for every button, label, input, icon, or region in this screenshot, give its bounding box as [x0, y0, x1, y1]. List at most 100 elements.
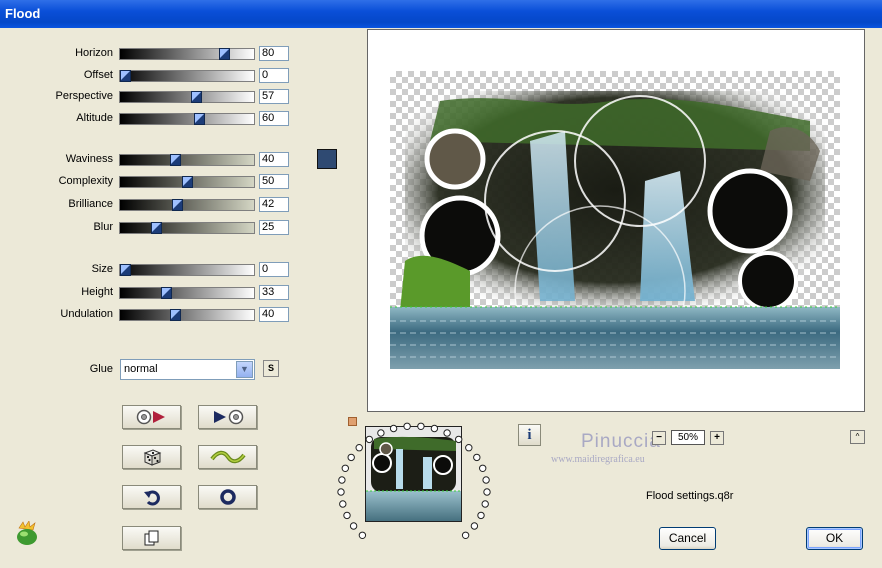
glue-select-value: normal	[124, 363, 158, 375]
dice-icon	[143, 449, 161, 466]
altitude-label: Altitude	[76, 112, 113, 124]
altitude-slider-thumb[interactable]	[194, 113, 205, 125]
arrow-film-reel-icon	[213, 409, 243, 425]
wave-button[interactable]	[198, 445, 257, 469]
navigator-dot	[339, 500, 347, 508]
chevron-down-icon[interactable]: ▼	[236, 361, 253, 378]
navigator-dot	[477, 511, 485, 520]
cancel-button[interactable]: Cancel	[659, 527, 716, 550]
zoom-out-button[interactable]: −	[652, 431, 666, 445]
navigator-dot	[417, 422, 425, 431]
navigator-dot	[338, 476, 346, 484]
undulation-label: Undulation	[60, 308, 113, 320]
horizon-slider-thumb[interactable]	[219, 48, 230, 60]
navigator-dot	[358, 531, 367, 540]
flaming-pear-logo-icon	[17, 521, 37, 545]
height-slider[interactable]	[119, 287, 255, 299]
altitude-value-field[interactable]: 60	[259, 111, 289, 126]
height-slider-thumb[interactable]	[161, 287, 172, 299]
waviness-slider-thumb[interactable]	[170, 154, 181, 166]
size-value-field[interactable]: 0	[259, 262, 289, 277]
navigator-dot	[347, 453, 355, 462]
play-reel-right-button[interactable]	[198, 405, 257, 429]
brilliance-slider-thumb[interactable]	[172, 199, 183, 211]
zoom-in-button[interactable]: +	[710, 431, 724, 445]
size-label: Size	[91, 263, 113, 275]
perspective-slider[interactable]	[119, 91, 255, 103]
waviness-slider[interactable]	[119, 154, 255, 166]
complexity-label: Complexity	[58, 175, 113, 187]
brilliance-value-field[interactable]: 42	[259, 197, 289, 212]
altitude-slider[interactable]	[119, 113, 255, 125]
offset-label: Offset	[83, 69, 113, 81]
perspective-slider-thumb[interactable]	[191, 91, 202, 103]
reset-button[interactable]	[198, 485, 257, 509]
reel-play-left-button[interactable]	[122, 405, 181, 429]
undulation-slider-thumb[interactable]	[170, 309, 181, 321]
perspective-label: Perspective	[55, 90, 113, 102]
size-slider[interactable]	[119, 264, 255, 276]
navigator-dot	[479, 464, 487, 472]
wave-icon	[209, 450, 246, 464]
offset-slider[interactable]	[119, 70, 255, 82]
navigator-dot	[482, 476, 490, 484]
navigator-dot	[461, 531, 470, 540]
navigator-dot	[349, 522, 358, 530]
navigator-dot	[341, 464, 350, 472]
title-bar[interactable]: Flood	[0, 0, 882, 28]
complexity-slider[interactable]	[119, 176, 255, 188]
perspective-value-field[interactable]: 57	[259, 89, 289, 104]
complexity-slider-thumb[interactable]	[182, 176, 193, 188]
navigator-dot	[470, 522, 479, 530]
navigator-dot	[377, 429, 385, 437]
undo-button[interactable]	[122, 485, 181, 509]
complexity-value-field[interactable]: 50	[259, 174, 289, 189]
navigator-dot-ring	[337, 422, 491, 540]
navigator-dot	[355, 444, 363, 452]
horizon-slider[interactable]	[119, 48, 255, 60]
ring-icon	[219, 489, 236, 505]
brilliance-slider[interactable]	[119, 199, 255, 211]
offset-value-field[interactable]: 0	[259, 68, 289, 83]
navigator-dot	[473, 453, 481, 462]
glue-label: Glue	[89, 363, 113, 375]
randomize-button[interactable]	[122, 445, 181, 469]
glue-s-button[interactable]: S	[263, 360, 279, 377]
copy-button[interactable]	[122, 526, 181, 550]
info-button[interactable]: i	[518, 424, 541, 446]
undo-arrow-icon	[143, 490, 160, 506]
window-title: Flood	[5, 6, 41, 21]
offset-slider-thumb[interactable]	[120, 70, 131, 82]
undulation-value-field[interactable]: 40	[259, 307, 289, 322]
copy-icon	[144, 530, 158, 546]
blur-value-field[interactable]: 25	[259, 220, 289, 235]
navigator-dot	[465, 444, 473, 452]
blur-slider[interactable]	[119, 222, 255, 234]
horizon-value-field[interactable]: 80	[259, 46, 289, 61]
blur-slider-thumb[interactable]	[151, 222, 162, 234]
height-value-field[interactable]: 33	[259, 285, 289, 300]
navigator-dot	[430, 424, 439, 433]
color-swatch[interactable]	[317, 149, 337, 169]
preview-image	[390, 71, 840, 369]
blur-label: Blur	[93, 221, 113, 233]
watermark-title: Pinuccia	[581, 431, 661, 452]
undulation-slider[interactable]	[119, 309, 255, 321]
ok-button[interactable]: OK	[806, 527, 863, 550]
navigator-dot	[481, 500, 489, 508]
brilliance-label: Brilliance	[68, 198, 113, 210]
horizon-label: Horizon	[75, 47, 113, 59]
navigator-dot	[343, 511, 351, 520]
collapse-button[interactable]: ^	[850, 430, 865, 444]
settings-filename: Flood settings.q8r	[646, 490, 734, 502]
navigator-dot	[337, 488, 345, 496]
waviness-value-field[interactable]: 40	[259, 152, 289, 167]
glue-select[interactable]: normal ▼	[120, 359, 255, 380]
navigator-dot	[403, 422, 411, 431]
size-slider-thumb[interactable]	[120, 264, 131, 276]
navigator-dot	[483, 488, 491, 496]
navigator-dot	[365, 435, 373, 444]
film-reel-arrow-icon	[136, 409, 165, 425]
watermark-url: www.maidiregrafica.eu	[551, 454, 645, 465]
navigator-dot	[389, 424, 398, 433]
